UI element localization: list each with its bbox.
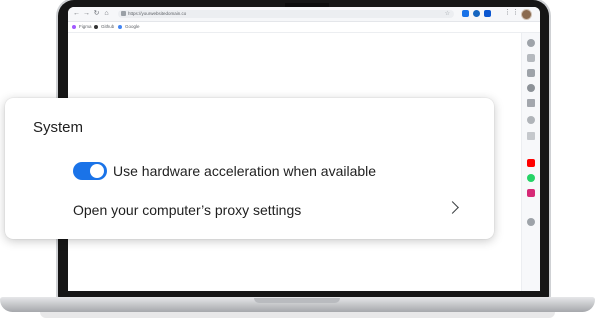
youtube-icon[interactable] [527, 159, 535, 167]
home-icon[interactable]: ⌂ [102, 9, 111, 18]
section-title: System [33, 119, 84, 136]
gear-icon[interactable] [527, 218, 535, 226]
lock-icon [121, 11, 126, 16]
laptop-base-notch [254, 298, 340, 303]
copy-icon[interactable] [527, 132, 535, 140]
back-icon[interactable]: ← [72, 9, 81, 18]
browser-menu-icon[interactable]: ⋮ [512, 8, 519, 18]
address-bar[interactable]: https://yourwebsitedomain.co ☆ [118, 10, 454, 18]
proxy-settings-label: Open your computer’s proxy settings [73, 202, 302, 218]
cube-icon[interactable] [527, 54, 535, 62]
system-settings-card: System Use hardware acceleration when av… [5, 98, 494, 239]
note-icon[interactable] [527, 99, 535, 107]
extension-icon[interactable] [484, 10, 491, 17]
instagram-icon[interactable] [527, 189, 535, 197]
side-panel [521, 33, 540, 291]
extension-icon[interactable] [462, 10, 469, 17]
bookmark-item[interactable]: Github [94, 23, 114, 31]
forward-icon[interactable]: → [82, 9, 91, 18]
browser-toolbar: ← → ↻ ⌂ https://yourwebsitedomain.co ☆ ⋮… [68, 7, 540, 22]
profile-avatar[interactable] [521, 9, 532, 20]
tag-icon[interactable] [527, 84, 535, 92]
hardware-acceleration-toggle[interactable] [73, 162, 107, 180]
reload-icon[interactable]: ↻ [92, 9, 101, 18]
bookmarks-bar: Figma Github Google [68, 22, 540, 33]
bookmark-star-icon[interactable]: ☆ [445, 10, 450, 18]
bookmark-item[interactable]: Figma [72, 23, 92, 31]
hardware-acceleration-label: Use hardware acceleration when available [113, 163, 377, 179]
compass-icon[interactable] [527, 39, 535, 47]
laptop-shadow [40, 312, 555, 318]
shield-icon[interactable] [527, 116, 535, 124]
whatsapp-icon[interactable] [527, 174, 535, 182]
bookmark-item[interactable]: Google [118, 23, 140, 31]
toggle-knob [90, 164, 104, 178]
extensions-menu-icon[interactable]: ⋮ [504, 8, 511, 18]
extension-icon[interactable] [473, 10, 480, 17]
proxy-settings-row[interactable]: Open your computer’s proxy settings [67, 198, 467, 222]
chevron-right-icon [446, 201, 459, 214]
puzzle-icon[interactable] [527, 69, 535, 77]
url-text: https://yourwebsitedomain.co [128, 11, 187, 16]
